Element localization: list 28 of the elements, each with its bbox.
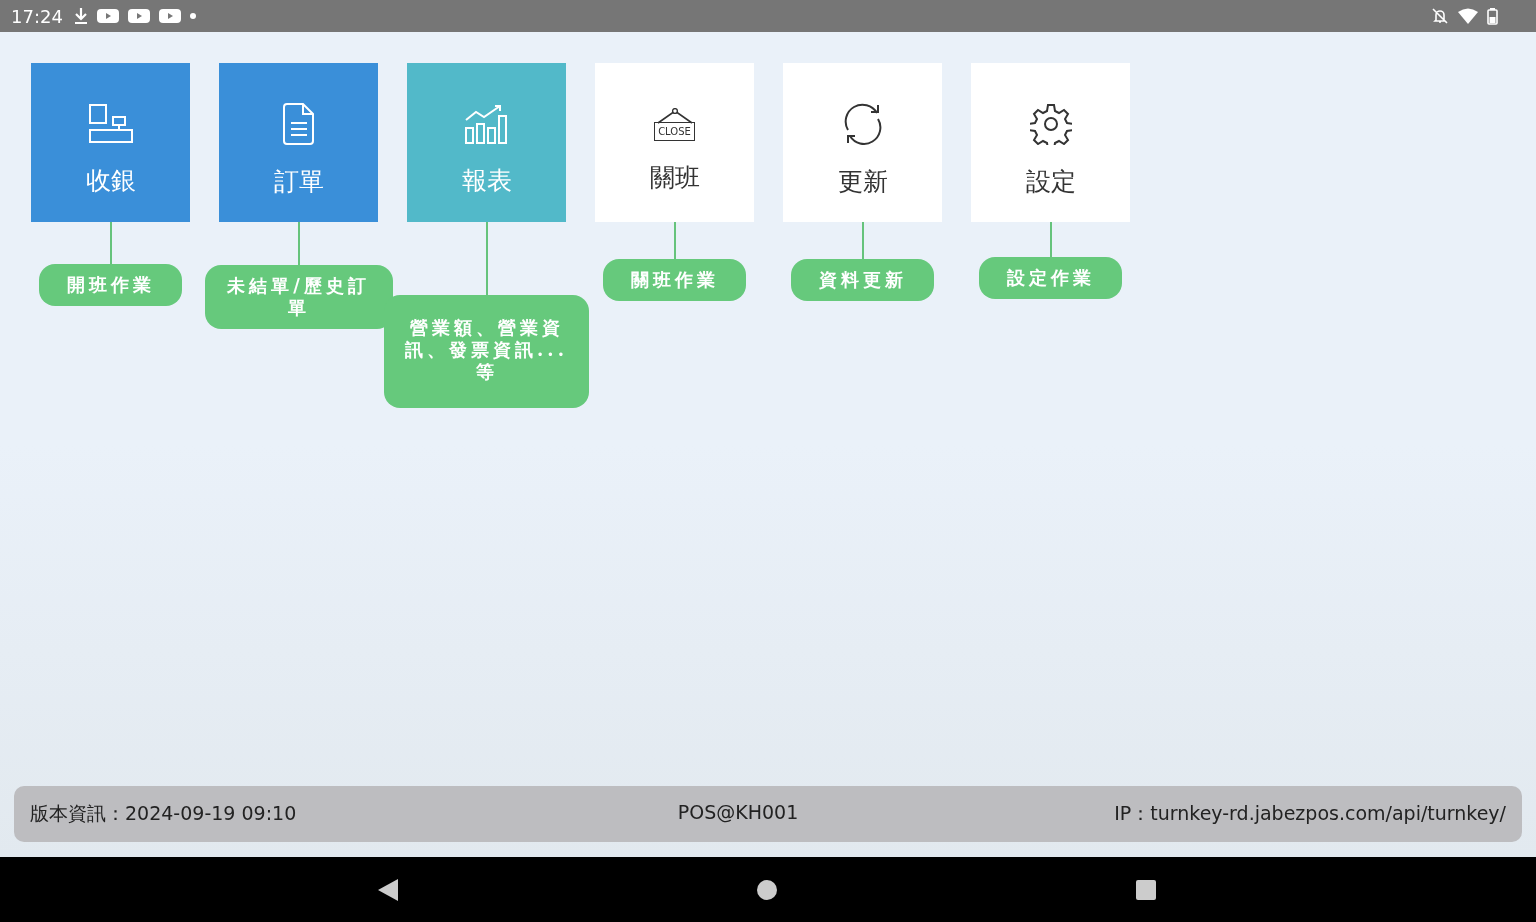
- download-icon: [73, 7, 88, 25]
- video-play-icon: [158, 8, 181, 24]
- menu-tile[interactable]: 更新: [783, 63, 942, 222]
- caption-bubble: 資料更新: [791, 259, 934, 301]
- video-play-icon: [96, 8, 119, 24]
- device-id: POS@KH001: [676, 801, 800, 823]
- battery-icon: [1487, 7, 1498, 25]
- version-info: 版本資訊：2024-09-19 09:10: [30, 801, 298, 826]
- settings-icon: [1029, 103, 1072, 145]
- document-icon: [282, 103, 315, 145]
- wifi-icon: [1458, 8, 1478, 24]
- dot-icon: [189, 13, 196, 19]
- video-play-icon: [127, 8, 150, 24]
- caption-bubble: 開班作業: [39, 264, 182, 306]
- menu-tile[interactable]: 設定: [971, 63, 1130, 222]
- menu-tile[interactable]: CLOSE 關班: [595, 63, 754, 222]
- clock-time: 17:24: [11, 5, 63, 27]
- caption-bubble: 未結單/歷史訂單: [204, 265, 393, 329]
- bar-chart-icon: [464, 104, 509, 144]
- caption-bubble: 營業額、營業資訊、發票資訊...等: [384, 295, 589, 408]
- caption-bubble: 關班作業: [603, 259, 746, 301]
- bell-muted-icon: [1431, 7, 1449, 25]
- recents-icon[interactable]: [1136, 879, 1156, 900]
- cash-register-icon: [88, 104, 133, 144]
- back-icon[interactable]: [378, 878, 398, 901]
- server-ip: IP：turnkey-rd.jabezpos.com/api/turnkey/: [1113, 801, 1506, 826]
- home-icon[interactable]: [757, 879, 777, 900]
- caption-bubble: 設定作業: [979, 257, 1122, 299]
